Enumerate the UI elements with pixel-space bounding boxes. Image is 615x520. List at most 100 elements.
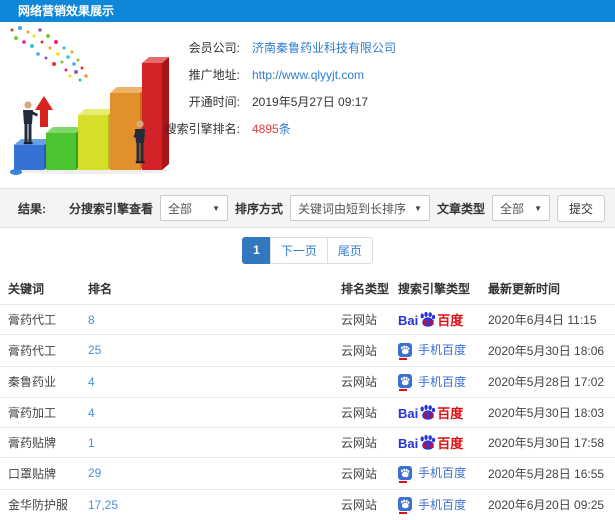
baidu-bai-text: Bai xyxy=(398,406,419,421)
info-section: 会员公司: 济南秦鲁药业科技有限公司 推广地址: http://www.qlyy… xyxy=(0,22,615,188)
pagination-section: 1 下一页 尾页 xyxy=(0,228,615,272)
rank-type-cell: 云网站 xyxy=(333,427,390,458)
rank-type-cell: 云网站 xyxy=(333,457,390,490)
col-header-rank: 排名 xyxy=(80,272,333,305)
baidu-bai-text: Bai xyxy=(398,436,419,451)
keyword-cell: 金华防护服 xyxy=(0,489,80,520)
table-row: 膏药加工 4 云网站 Bai du 百度 2020年5月30日 18:03 xyxy=(0,397,615,428)
baidu-bai-text: Bai xyxy=(398,313,419,328)
up-arrow xyxy=(35,96,53,127)
rank-count-label: 搜索引擎排名: xyxy=(164,122,240,136)
baidu-mobile-text: 手机百度 xyxy=(418,497,467,512)
rank-type-cell: 云网站 xyxy=(333,366,390,398)
bar-yellow xyxy=(78,109,115,170)
chevron-down-icon: ▼ xyxy=(414,203,422,213)
engine-filter-label: 分搜索引擎查看 xyxy=(69,201,154,216)
page-1-button[interactable]: 1 xyxy=(242,236,271,264)
promo-url-link[interactable]: http://www.qlyyjt.com xyxy=(252,68,364,82)
engine-filter-select[interactable]: 全部 ▼ xyxy=(160,195,229,221)
baidu-mobile-text: 手机百度 xyxy=(418,466,467,480)
rank-link[interactable]: 29 xyxy=(80,457,333,490)
keyword-cell: 秦鲁药业 xyxy=(0,366,80,398)
next-page-button[interactable]: 下一页 xyxy=(269,236,328,264)
sort-filter-label: 排序方式 xyxy=(235,201,284,216)
col-header-engine-type: 搜索引擎类型 xyxy=(390,272,480,305)
rank-type-cell: 云网站 xyxy=(333,334,390,367)
col-header-rank-type: 排名类型 xyxy=(333,272,390,305)
baidu-mobile-text: 手机百度 xyxy=(418,343,467,357)
url-label: 推广地址: xyxy=(188,68,240,82)
keyword-cell: 膏药加工 xyxy=(0,397,80,428)
chevron-down-icon: ▼ xyxy=(534,203,542,213)
confetti-dots xyxy=(10,26,88,82)
page-titlebar: 网络营销效果展示 xyxy=(0,0,615,22)
opened-value: 2019年5月27日 09:17 xyxy=(252,95,369,109)
submit-button[interactable]: 提交 xyxy=(556,194,605,222)
rank-link[interactable]: 4 xyxy=(80,397,333,428)
table-row: 膏药代工 8 云网站 Bai du 百度 2020年6月4日 11:15 xyxy=(0,304,615,335)
rank-type-cell: 云网站 xyxy=(333,397,390,428)
engine-type-cell: Bai du 百度 xyxy=(390,397,480,428)
article-type-select[interactable]: 全部 ▼ xyxy=(491,195,550,221)
keyword-cell: 口罩贴牌 xyxy=(0,457,80,490)
rank-link[interactable]: 25 xyxy=(80,334,333,367)
updated-time-cell: 2020年5月30日 18:06 xyxy=(480,334,615,367)
url-row: 推广地址: http://www.qlyyjt.com xyxy=(148,61,609,88)
baidu-logo-icon: Bai du 百度 xyxy=(398,404,463,420)
baidu-mobile-paw-icon xyxy=(398,497,412,514)
engine-filter-value: 全部 xyxy=(168,201,193,216)
chevron-down-icon: ▼ xyxy=(212,203,221,213)
updated-time-cell: 2020年5月30日 17:58 xyxy=(480,427,615,458)
engine-type-cell: 手机百度 xyxy=(390,334,480,367)
table-row: 金华防护服 17,25 云网站 手机百度 2020年6月20日 09:25 xyxy=(0,489,615,520)
last-page-button[interactable]: 尾页 xyxy=(326,236,373,264)
baidu-mobile-logo: 手机百度 xyxy=(398,373,466,391)
rank-link[interactable]: 4 xyxy=(80,366,333,398)
updated-time-cell: 2020年5月28日 16:55 xyxy=(480,457,615,490)
baidu-paw-icon: du xyxy=(419,404,436,420)
keyword-cell: 膏药代工 xyxy=(0,304,80,335)
baidu-cn-text: 百度 xyxy=(437,436,464,451)
engine-type-cell: Bai du 百度 xyxy=(390,427,480,458)
updated-time-cell: 2020年5月30日 18:03 xyxy=(480,397,615,428)
opened-label: 开通时间: xyxy=(188,95,240,109)
baidu-logo-icon: Bai du 百度 xyxy=(398,311,463,327)
opened-row: 开通时间: 2019年5月27日 09:17 xyxy=(148,88,609,115)
rank-type-cell: 云网站 xyxy=(333,304,390,335)
rank-link[interactable]: 17,25 xyxy=(80,489,333,520)
engine-type-cell: 手机百度 xyxy=(390,457,480,490)
baidu-cn-text: 百度 xyxy=(437,406,464,421)
baidu-du-text: du xyxy=(423,440,435,450)
updated-time-cell: 2020年6月20日 09:25 xyxy=(480,489,615,520)
sort-select-value: 关键词由短到长排序 xyxy=(298,201,407,216)
member-info: 会员公司: 济南秦鲁药业科技有限公司 推广地址: http://www.qlyy… xyxy=(148,34,609,142)
article-type-value: 全部 xyxy=(499,201,524,216)
results-tbody: 膏药代工 8 云网站 Bai du 百度 2020年6月4日 11:15 膏药代工 25 云网站手… xyxy=(0,304,615,520)
engine-type-cell: 手机百度 xyxy=(390,366,480,398)
rank-count-value: 4895条 xyxy=(252,120,291,137)
sort-select[interactable]: 关键词由短到长排序 ▼ xyxy=(290,195,430,221)
baidu-mobile-logo: 手机百度 xyxy=(398,496,467,514)
baidu-du-text: du xyxy=(423,410,435,420)
keyword-cell: 膏药贴牌 xyxy=(0,427,80,458)
baidu-mobile-logo: 手机百度 xyxy=(398,464,467,483)
pagination: 1 下一页 尾页 xyxy=(242,236,373,264)
page-title: 网络营销效果展示 xyxy=(18,4,115,18)
col-header-updated: 最新更新时间 xyxy=(480,272,615,305)
company-row: 会员公司: 济南秦鲁药业科技有限公司 xyxy=(148,34,609,61)
baidu-du-text: du xyxy=(423,317,435,327)
baidu-mobile-paw-icon xyxy=(398,374,412,391)
col-header-keyword: 关键词 xyxy=(0,272,80,305)
marketing-report-page: 网络营销效果展示 会员公司: 济南秦鲁药业科技有限公司 推广地址: http:/… xyxy=(0,0,615,520)
rank-link[interactable]: 8 xyxy=(80,304,333,335)
company-link[interactable]: 济南秦鲁药业科技有限公司 xyxy=(252,39,396,56)
baidu-cn-text: 百度 xyxy=(437,313,464,328)
businessman-left xyxy=(23,101,38,145)
baidu-logo-icon: Bai du 百度 xyxy=(398,434,463,450)
article-type-label: 文章类型 xyxy=(436,201,485,216)
table-row: 秦鲁药业 4 云网站 手机百度 2020年5月28日 17:02 xyxy=(0,366,615,398)
rank-link[interactable]: 1 xyxy=(80,427,333,458)
engine-type-cell: 手机百度 xyxy=(390,489,480,520)
baidu-paw-icon: du xyxy=(419,311,436,327)
engine-type-cell: Bai du 百度 xyxy=(390,304,480,335)
